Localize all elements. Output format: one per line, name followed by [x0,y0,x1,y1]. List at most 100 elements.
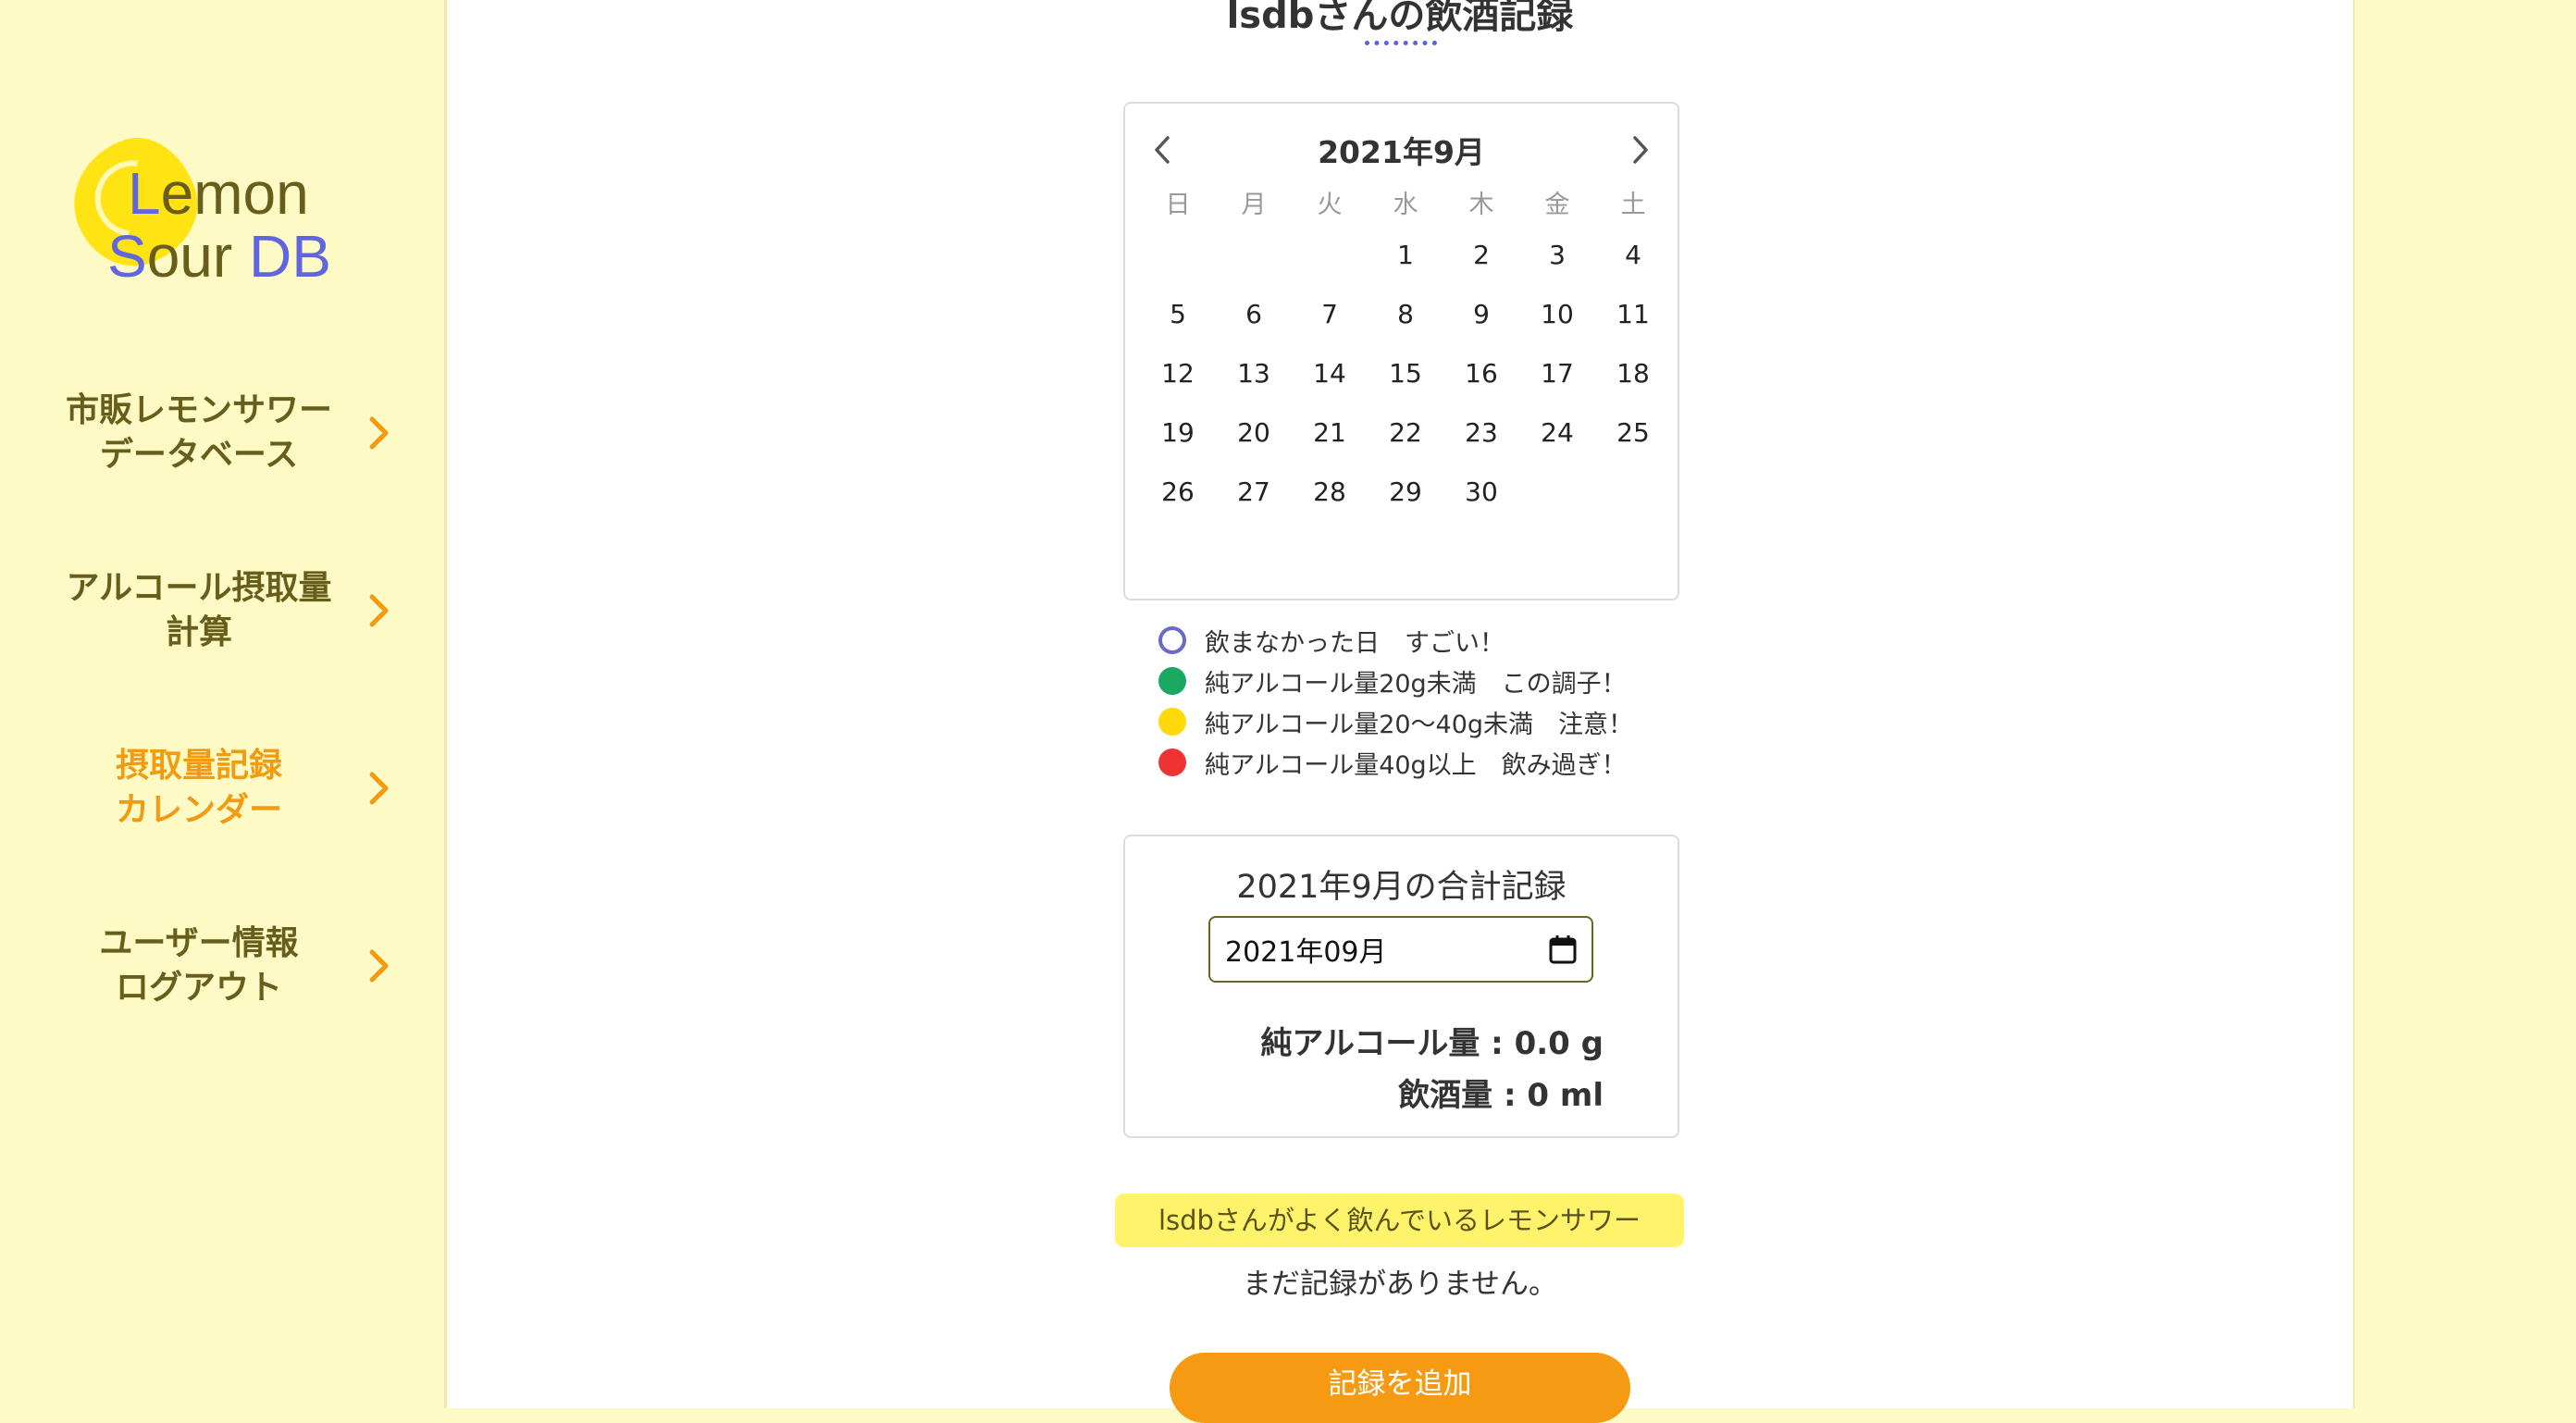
main-content: lsdbさんの飲酒記録 2021年9月 日 月 火 水 木 金 土 1 2 3 … [447,0,2353,1423]
chevron-right-icon [361,592,398,629]
calendar-day[interactable]: 3 [1519,226,1595,285]
calendar-day [1216,226,1292,285]
calendar-day[interactable]: 7 [1292,285,1368,344]
sidebar-item-label: アルコール摂取量 計算 [66,569,332,651]
calendar: 2021年9月 日 月 火 水 木 金 土 1 2 3 4 5 6 7 8 9 … [1123,102,1679,600]
weekday-label: 水 [1393,191,1418,219]
calendar-day[interactable]: 26 [1140,463,1216,522]
calendar-day[interactable]: 16 [1443,344,1519,403]
chevron-left-icon [1155,136,1170,164]
weekday-label: 土 [1620,191,1646,219]
app-logo[interactable]: Lemon Sour DB [57,123,368,301]
weekday-label: 金 [1544,191,1570,219]
calendar-icon[interactable] [1549,934,1577,964]
title-underline [1365,41,1437,45]
calendar-day[interactable]: 10 [1519,285,1595,344]
calendar-day[interactable]: 5 [1140,285,1216,344]
calendar-month-title: 2021年9月 [1318,134,1485,170]
calendar-day[interactable]: 22 [1368,403,1443,463]
summary-title: 2021年9月の合計記録 [1236,869,1567,906]
legend-item: 純アルコール量40g以上 飲み過ぎ！ [1158,742,1714,783]
sidebar-item-label: 市販レモンサワー データベース [65,391,332,474]
calendar-day[interactable]: 12 [1140,344,1216,403]
legend-label: 純アルコール量40g以上 飲み過ぎ！ [1205,750,1627,780]
calendar-day[interactable]: 9 [1443,285,1519,344]
right-margin [2353,0,2576,1408]
calendar-day[interactable]: 15 [1368,344,1443,403]
favorites-empty-text: まだ記録がありません。 [1242,1268,1558,1301]
sidebar-item-label: ユーザー情報 ログアウト [99,924,299,1007]
outline-circle-icon [1158,626,1186,654]
calendar-day[interactable]: 23 [1443,403,1519,463]
calendar-day[interactable]: 1 [1368,226,1443,285]
month-picker-input[interactable]: 2021年09月 [1208,916,1593,983]
yellow-dot-icon [1158,708,1186,736]
logo-word-lemon: emon [160,160,309,227]
add-record-button[interactable]: 記録を追加 [1170,1353,1630,1423]
legend: 飲まなかった日 すごい！ 純アルコール量20g未満 この調子！ 純アルコール量2… [1158,620,1714,783]
logo-word-db: DB [248,223,331,290]
chevron-right-icon [361,947,398,984]
legend-label: 飲まなかった日 すごい！ [1205,628,1505,658]
legend-label: 純アルコール量20〜40g未満 注意！ [1205,710,1634,739]
sidebar-item-alcohol-calc[interactable]: アルコール摂取量 計算 [37,555,407,666]
legend-item: 飲まなかった日 すごい！ [1158,620,1714,661]
chevron-right-icon [361,415,398,452]
calendar-week: 12 13 14 15 16 17 18 [1140,344,1673,403]
green-dot-icon [1158,667,1186,695]
calendar-day[interactable]: 17 [1519,344,1595,403]
calendar-day[interactable]: 18 [1595,344,1671,403]
calendar-day[interactable]: 27 [1216,463,1292,522]
sidebar-item-record-calendar[interactable]: 摂取量記録 カレンダー [37,733,407,844]
next-month-button[interactable] [1604,122,1678,178]
calendar-day[interactable]: 14 [1292,344,1368,403]
page-title: lsdbさんの飲酒記録 [1226,0,1574,37]
pure-alcohol-total: 純アルコール量 : 0.0 g [1260,1025,1604,1062]
calendar-day[interactable]: 24 [1519,403,1595,463]
calendar-day[interactable]: 20 [1216,403,1292,463]
weekday-label: 日 [1165,191,1191,219]
weekday-label: 月 [1241,191,1267,219]
calendar-week: 19 20 21 22 23 24 25 [1140,403,1673,463]
legend-item: 純アルコール量20〜40g未満 注意！ [1158,701,1714,742]
monthly-summary: 2021年9月の合計記録 2021年09月 純アルコール量 : 0.0 g 飲酒… [1123,835,1679,1138]
sidebar-item-user-logout[interactable]: ユーザー情報 ログアウト [37,910,407,1021]
prev-month-button[interactable] [1125,122,1199,178]
calendar-week: 1 2 3 4 [1140,226,1673,285]
favorites-badge: lsdbさんがよく飲んでいるレモンサワー [1115,1194,1684,1247]
calendar-week: 5 6 7 8 9 10 11 [1140,285,1673,344]
logo-word-sour: our [146,223,249,290]
logo-letter-s: S [107,223,147,290]
sidebar-item-label: 摂取量記録 カレンダー [115,747,282,829]
chevron-right-icon [361,770,398,807]
calendar-day[interactable]: 29 [1368,463,1443,522]
weekday-label: 木 [1468,191,1494,219]
sidebar-item-database[interactable]: 市販レモンサワー データベース [37,377,407,489]
weekday-label: 火 [1317,191,1343,219]
calendar-day[interactable]: 25 [1595,403,1671,463]
weekday-header: 日 月 火 水 木 金 土 [1140,185,1673,226]
calendar-day[interactable]: 4 [1595,226,1671,285]
calendar-day[interactable]: 2 [1443,226,1519,285]
calendar-grid: 日 月 火 水 木 金 土 1 2 3 4 5 6 7 8 9 10 11 12… [1140,185,1673,522]
calendar-day[interactable]: 13 [1216,344,1292,403]
calendar-day[interactable]: 6 [1216,285,1292,344]
calendar-day[interactable]: 19 [1140,403,1216,463]
calendar-day [1595,463,1671,522]
calendar-day[interactable]: 8 [1368,285,1443,344]
legend-item: 純アルコール量20g未満 この調子！ [1158,661,1714,701]
calendar-day[interactable]: 30 [1443,463,1519,522]
calendar-day [1140,226,1216,285]
month-value: 2021年09月 [1225,936,1387,969]
calendar-day[interactable]: 28 [1292,463,1368,522]
calendar-day[interactable]: 11 [1595,285,1671,344]
drink-volume-total: 飲酒量 : 0 ml [1398,1077,1604,1114]
sidebar: Lemon Sour DB 市販レモンサワー データベース アルコール摂取量 計… [0,0,447,1408]
logo-letter-l: L [128,160,161,227]
calendar-day [1519,463,1595,522]
calendar-day[interactable]: 21 [1292,403,1368,463]
calendar-week: 26 27 28 29 30 [1140,463,1673,522]
calendar-day [1292,226,1368,285]
legend-label: 純アルコール量20g未満 この調子！ [1205,669,1627,699]
chevron-right-icon [1633,136,1648,164]
